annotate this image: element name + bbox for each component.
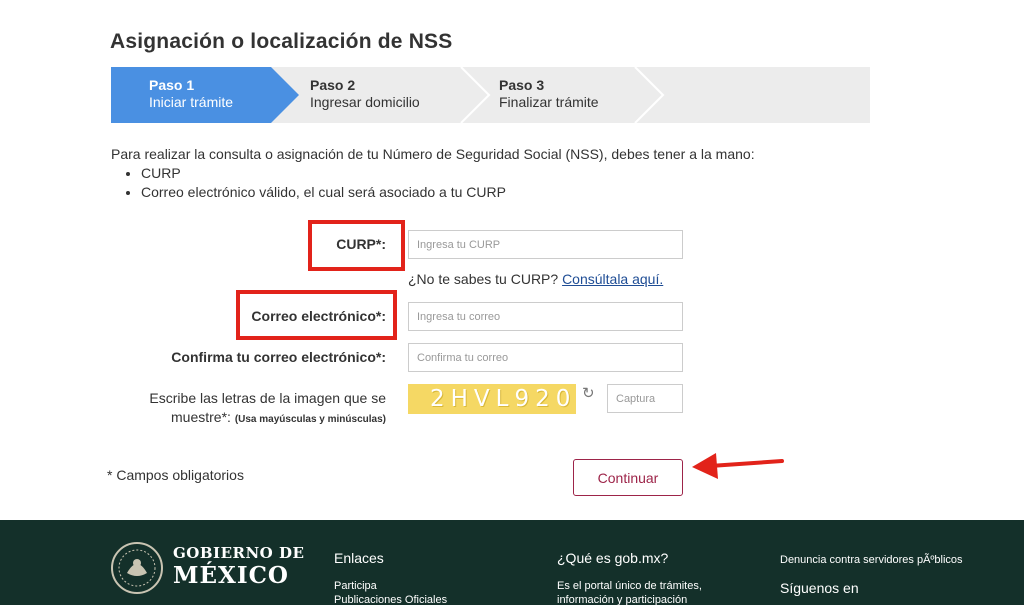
captcha-image-text: 2HVL920 [430,386,576,412]
footer-about-heading: ¿Qué es gob.mx? [557,550,669,566]
requirement-item: Correo electrónico válido, el cual será … [141,183,755,202]
footer-social-column: Denuncia contra servidores pÃºblicos Síg… [780,553,963,605]
footer-links-heading: Enlaces [334,550,384,566]
email-input[interactable] [408,302,683,331]
footer: GOBIERNO DE MÉXICO Enlaces Participa Pub… [0,520,1024,605]
step-1-label: Iniciar trámite [149,94,234,110]
step-1-number: Paso 1 [149,77,195,93]
step-2-label: Ingresar domicilio [310,94,420,110]
footer-link-denuncia[interactable]: Denuncia contra servidores pÃºblicos [780,553,963,567]
step-1: Paso 1 Iniciar trámite [149,77,233,111]
refresh-captcha-icon[interactable]: ↻ [582,384,595,402]
footer-links-column: Enlaces Participa Publicaciones Oficiale… [334,551,447,605]
captcha-label-note: (Usa mayúsculas y minúsculas) [234,414,386,425]
captcha-label-line2: muestre*: [171,409,231,425]
national-seal-icon [111,542,163,594]
government-logo-text[interactable]: GOBIERNO DE MÉXICO [173,544,305,589]
confirm-email-input[interactable] [408,343,683,372]
curp-hint-text: ¿No te sabes tu CURP? [408,271,559,287]
email-label: Correo electrónico*: [251,308,386,324]
intro-text: Para realizar la consulta o asignación d… [111,146,755,162]
step-3-label: Finalizar trámite [499,94,599,110]
logo-line1: GOBIERNO DE [173,544,305,562]
step-3: Paso 3 Finalizar trámite [499,77,599,111]
captcha-input[interactable] [607,384,683,413]
footer-about-text-1: Es el portal único de trámites, [557,580,702,592]
captcha-label: Escribe las letras de la imagen que se m… [110,389,386,429]
curp-lookup-link[interactable]: Consúltala aquí. [562,271,663,287]
curp-label: CURP*: [336,236,386,252]
captcha-label-line1: Escribe las letras de la imagen que se [149,390,386,406]
footer-link-participa[interactable]: Participa [334,579,447,593]
curp-input[interactable] [408,230,683,259]
intro-section: Para realizar la consulta o asignación d… [111,145,755,202]
step-2-divider [460,67,491,123]
continue-button[interactable]: Continuar [573,459,683,496]
logo-line2: MÉXICO [173,562,289,589]
step-3-number: Paso 3 [499,77,545,93]
footer-social-heading: Síguenos en [780,580,859,596]
requirements-list: CURP Correo electrónico válido, el cual … [141,164,755,202]
confirm-email-label: Confirma tu correo electrónico*: [171,349,386,365]
curp-hint: ¿No te sabes tu CURP? Consúltala aquí. [408,271,663,287]
page-title: Asignación o localización de NSS [110,30,453,53]
step-3-divider [634,67,665,123]
arrow-annotation-icon [692,453,784,479]
requirement-item: CURP [141,164,755,183]
step-2-number: Paso 2 [310,77,356,93]
footer-about-column: ¿Qué es gob.mx? Es el portal único de tr… [557,551,702,605]
required-fields-note: * Campos obligatorios [107,467,244,483]
progress-stepper: Paso 1 Iniciar trámite Paso 2 Ingresar d… [111,67,870,123]
footer-about-text-2: información y participación [557,594,688,605]
captcha-image: 2HVL920 [408,384,576,414]
step-2: Paso 2 Ingresar domicilio [310,77,420,111]
footer-link-publicaciones[interactable]: Publicaciones Oficiales [334,593,447,605]
